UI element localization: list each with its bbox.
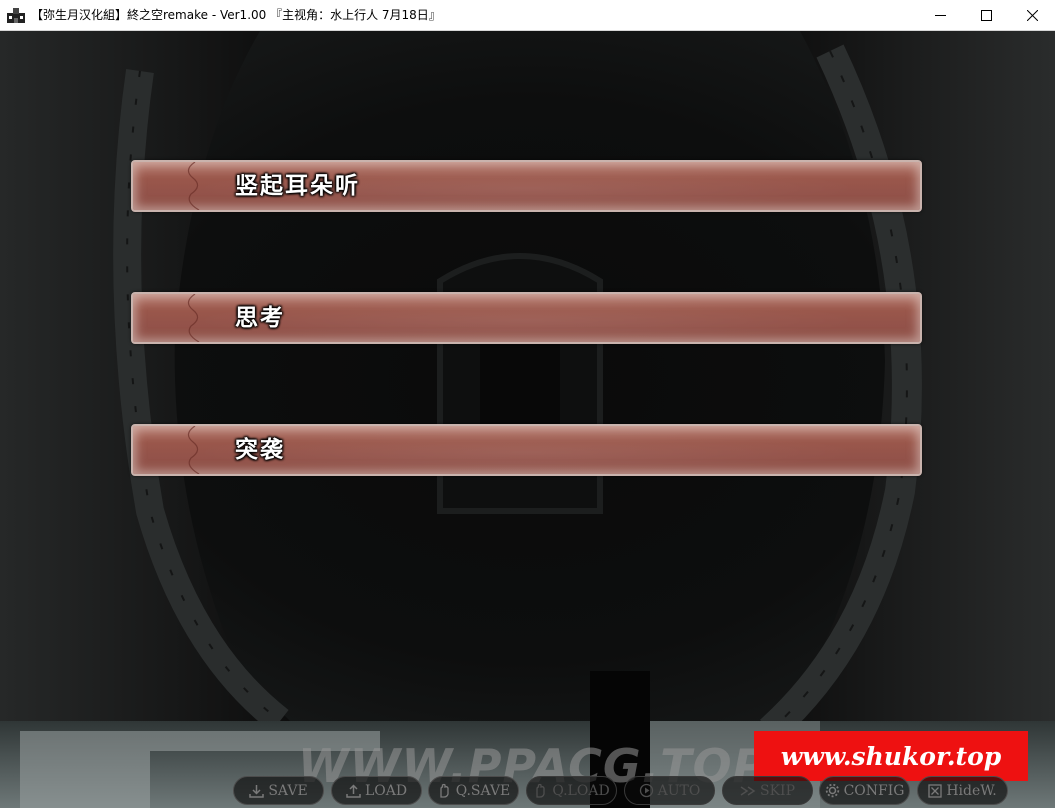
config-button[interactable]: CONFIG [819,776,910,805]
box-x-icon [928,783,942,798]
save-label: SAVE [268,782,308,799]
auto-button[interactable]: AUTO [624,776,715,805]
choice-label: 竖起耳朵听 [235,173,360,199]
quick-load-button[interactable]: Q.LOAD [526,776,617,805]
window-title: 【弥生月汉化組】終之空remake - Ver1.00 『主视角：水上行人 7月… [31,8,441,22]
choice-label: 思考 [235,305,285,331]
maximize-button[interactable] [963,0,1009,31]
auto-label: AUTO [657,782,701,799]
save-icon [249,784,265,798]
minimize-icon [934,15,946,16]
close-button[interactable] [1009,0,1055,31]
minimize-button[interactable] [917,0,963,31]
hand-icon [440,783,449,798]
skip-button[interactable]: SKIP [722,776,813,805]
skip-label: SKIP [760,782,795,799]
app-icon [7,7,25,23]
load-label: LOAD [364,782,408,799]
config-label: CONFIG [843,782,905,799]
quick-save-button[interactable]: Q.SAVE [428,776,519,805]
crack-decoration [187,294,200,342]
play-icon [639,783,653,798]
window-titlebar[interactable]: 【弥生月汉化組】終之空remake - Ver1.00 『主视角：水上行人 7月… [0,0,1055,31]
crack-decoration [187,162,200,210]
maximize-icon [980,10,992,21]
quick-save-label: Q.SAVE [455,782,511,799]
save-button[interactable]: SAVE [233,776,324,805]
load-button[interactable]: LOAD [331,776,422,805]
choice-button-listen[interactable]: 竖起耳朵听 [131,160,922,212]
game-scene[interactable]: 竖起耳朵听 思考 突袭 WWW.PPACG.TOP www.shukor.top… [0,31,1055,808]
crack-decoration [187,426,200,474]
hide-window-button[interactable]: HideW. [917,776,1008,805]
load-icon [346,783,361,798]
choice-label: 突袭 [235,437,285,463]
bottom-menu: SAVE LOAD Q.SAVE Q.LOAD AUTO SKIP CONFIG [0,776,1055,808]
promo-banner: www.shukor.top [754,731,1028,781]
tunnel-background [0,31,1055,808]
fast-forward-icon [740,785,756,796]
quick-load-label: Q.LOAD [552,782,610,799]
choice-button-raid[interactable]: 突袭 [131,424,922,476]
gear-icon [825,783,839,798]
hand-icon [536,783,545,798]
hide-window-label: HideW. [946,782,997,799]
choice-button-think[interactable]: 思考 [131,292,922,344]
close-icon [1026,10,1038,21]
